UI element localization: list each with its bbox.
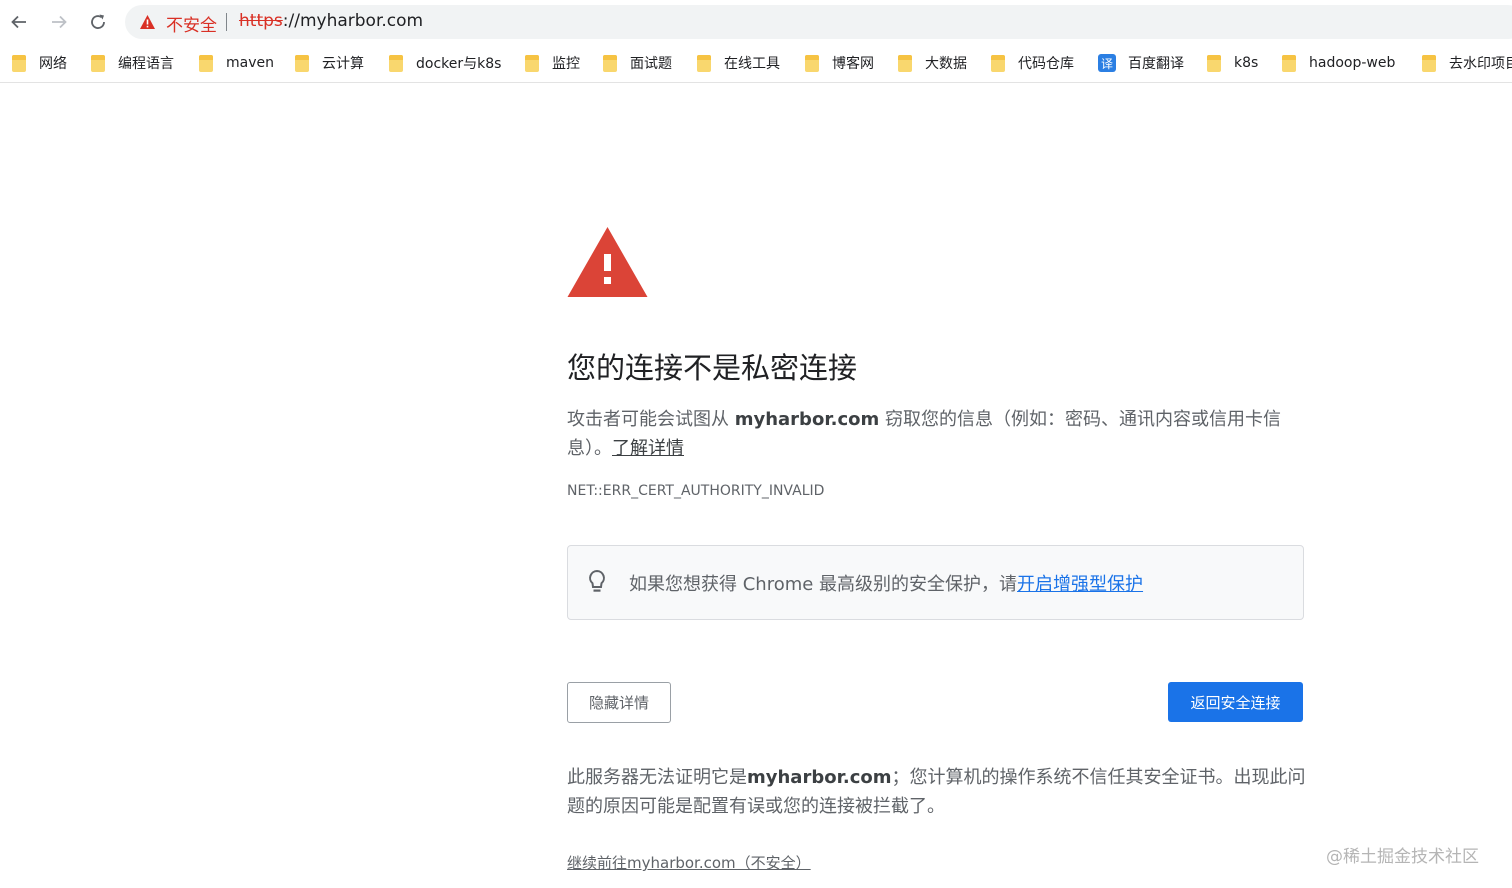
tip-text: 如果您想获得 Chrome 最高级别的安全保护，请 <box>629 574 1018 595</box>
bookmark-item[interactable]: 网络 <box>12 53 67 73</box>
bookmark-label: docker与k8s <box>416 56 502 72</box>
learn-more-link[interactable]: 了解详情 <box>612 438 684 459</box>
bookmark-label: 编程语言 <box>118 56 174 72</box>
danger-triangle-icon <box>567 227 648 297</box>
folder-icon <box>12 54 26 72</box>
folder-icon <box>991 54 1005 72</box>
warning-icon[interactable] <box>139 14 156 30</box>
bookmark-label: 监控 <box>552 56 580 72</box>
bookmark-label: 代码仓库 <box>1018 56 1074 72</box>
url-scheme: https <box>239 11 283 31</box>
folder-icon <box>389 54 403 72</box>
folder-icon <box>1422 54 1436 72</box>
bookmark-label: 在线工具 <box>724 56 780 72</box>
translate-icon: 译 <box>1098 54 1116 72</box>
folder-icon <box>603 54 617 72</box>
bookmark-label: 网络 <box>39 56 67 72</box>
folder-icon <box>199 54 213 72</box>
folder-icon <box>295 54 309 72</box>
bookmark-item[interactable]: hadoop-web <box>1282 53 1395 73</box>
page-title: 您的连接不是私密连接 <box>567 351 858 385</box>
bookmark-item[interactable]: 去水印项目 <box>1422 53 1512 73</box>
url-host: ://myharbor.com <box>282 11 424 31</box>
address-bar[interactable]: 不安全 https://myharbor.com <box>125 5 1512 39</box>
bookmarks-bar: 网络 编程语言 maven 云计算 docker与k8s 监控 面试题 在线工具… <box>0 44 1512 83</box>
bookmark-item[interactable]: 代码仓库 <box>991 53 1074 73</box>
bookmark-label: 百度翻译 <box>1128 56 1184 72</box>
folder-icon <box>1207 54 1221 72</box>
security-status-label[interactable]: 不安全 <box>166 11 217 36</box>
proceed-unsafe-link[interactable]: 继续前往myharbor.com（不安全） <box>567 852 811 873</box>
back-arrow-icon <box>11 15 26 29</box>
tip-message: 如果您想获得 Chrome 最高级别的安全保护，请开启增强型保护 <box>629 570 1143 596</box>
omnibox-divider <box>226 13 227 31</box>
bookmark-item[interactable]: 大数据 <box>898 53 967 73</box>
details-prefix: 此服务器无法证明它是 <box>567 767 747 788</box>
details-message: 此服务器无法证明它是myharbor.com；您计算机的操作系统不信任其安全证书… <box>567 763 1307 821</box>
bookmark-item[interactable]: k8s <box>1207 53 1258 73</box>
bookmark-label: 去水印项目 <box>1449 56 1512 72</box>
folder-icon <box>805 54 819 72</box>
bookmark-item[interactable]: 云计算 <box>295 53 364 73</box>
bookmark-item[interactable]: 译 百度翻译 <box>1098 53 1184 73</box>
back-to-safety-button[interactable]: 返回安全连接 <box>1168 682 1303 722</box>
bookmark-label: 面试题 <box>630 56 672 72</box>
browser-toolbar: 不安全 https://myharbor.com <box>0 0 1512 44</box>
folder-icon <box>91 54 105 72</box>
bookmark-item[interactable]: 博客网 <box>805 53 874 73</box>
bookmark-label: hadoop-web <box>1309 55 1396 71</box>
main-message: 攻击者可能会试图从 myharbor.com 窃取您的信息（例如：密码、通讯内容… <box>567 405 1282 463</box>
enable-enhanced-protection-link[interactable]: 开启增强型保护 <box>1017 574 1143 595</box>
folder-icon <box>898 54 912 72</box>
bookmark-item[interactable]: 监控 <box>525 53 580 73</box>
error-code: NET::ERR_CERT_AUTHORITY_INVALID <box>567 483 825 499</box>
hide-details-button[interactable]: 隐藏详情 <box>567 682 671 723</box>
bookmark-item[interactable]: maven <box>199 53 274 73</box>
reload-icon <box>91 14 105 29</box>
bookmark-label: 大数据 <box>925 56 967 72</box>
enhanced-protection-tip: 如果您想获得 Chrome 最高级别的安全保护，请开启增强型保护 <box>567 545 1304 620</box>
bookmark-item[interactable]: docker与k8s <box>389 53 501 73</box>
bookmark-label: k8s <box>1234 55 1259 71</box>
bookmark-label: 云计算 <box>322 56 364 72</box>
bookmark-item[interactable]: 编程语言 <box>91 53 174 73</box>
folder-icon <box>525 54 539 72</box>
bookmark-label: maven <box>226 55 274 71</box>
reload-button[interactable] <box>84 8 112 36</box>
forward-arrow-icon <box>52 15 67 29</box>
folder-icon <box>1282 54 1296 72</box>
message-host: myharbor.com <box>734 409 880 430</box>
details-host: myharbor.com <box>747 767 892 788</box>
bookmark-item[interactable]: 面试题 <box>603 53 672 73</box>
bookmark-item[interactable]: 在线工具 <box>697 53 780 73</box>
bookmark-label: 博客网 <box>832 56 874 72</box>
url-text[interactable]: https://myharbor.com <box>239 11 423 31</box>
lightbulb-icon <box>589 569 605 592</box>
watermark: @稀土掘金技术社区 <box>1326 847 1479 867</box>
forward-button[interactable] <box>45 8 73 36</box>
folder-icon <box>697 54 711 72</box>
message-prefix: 攻击者可能会试图从 <box>567 409 735 430</box>
back-button[interactable] <box>5 8 33 36</box>
